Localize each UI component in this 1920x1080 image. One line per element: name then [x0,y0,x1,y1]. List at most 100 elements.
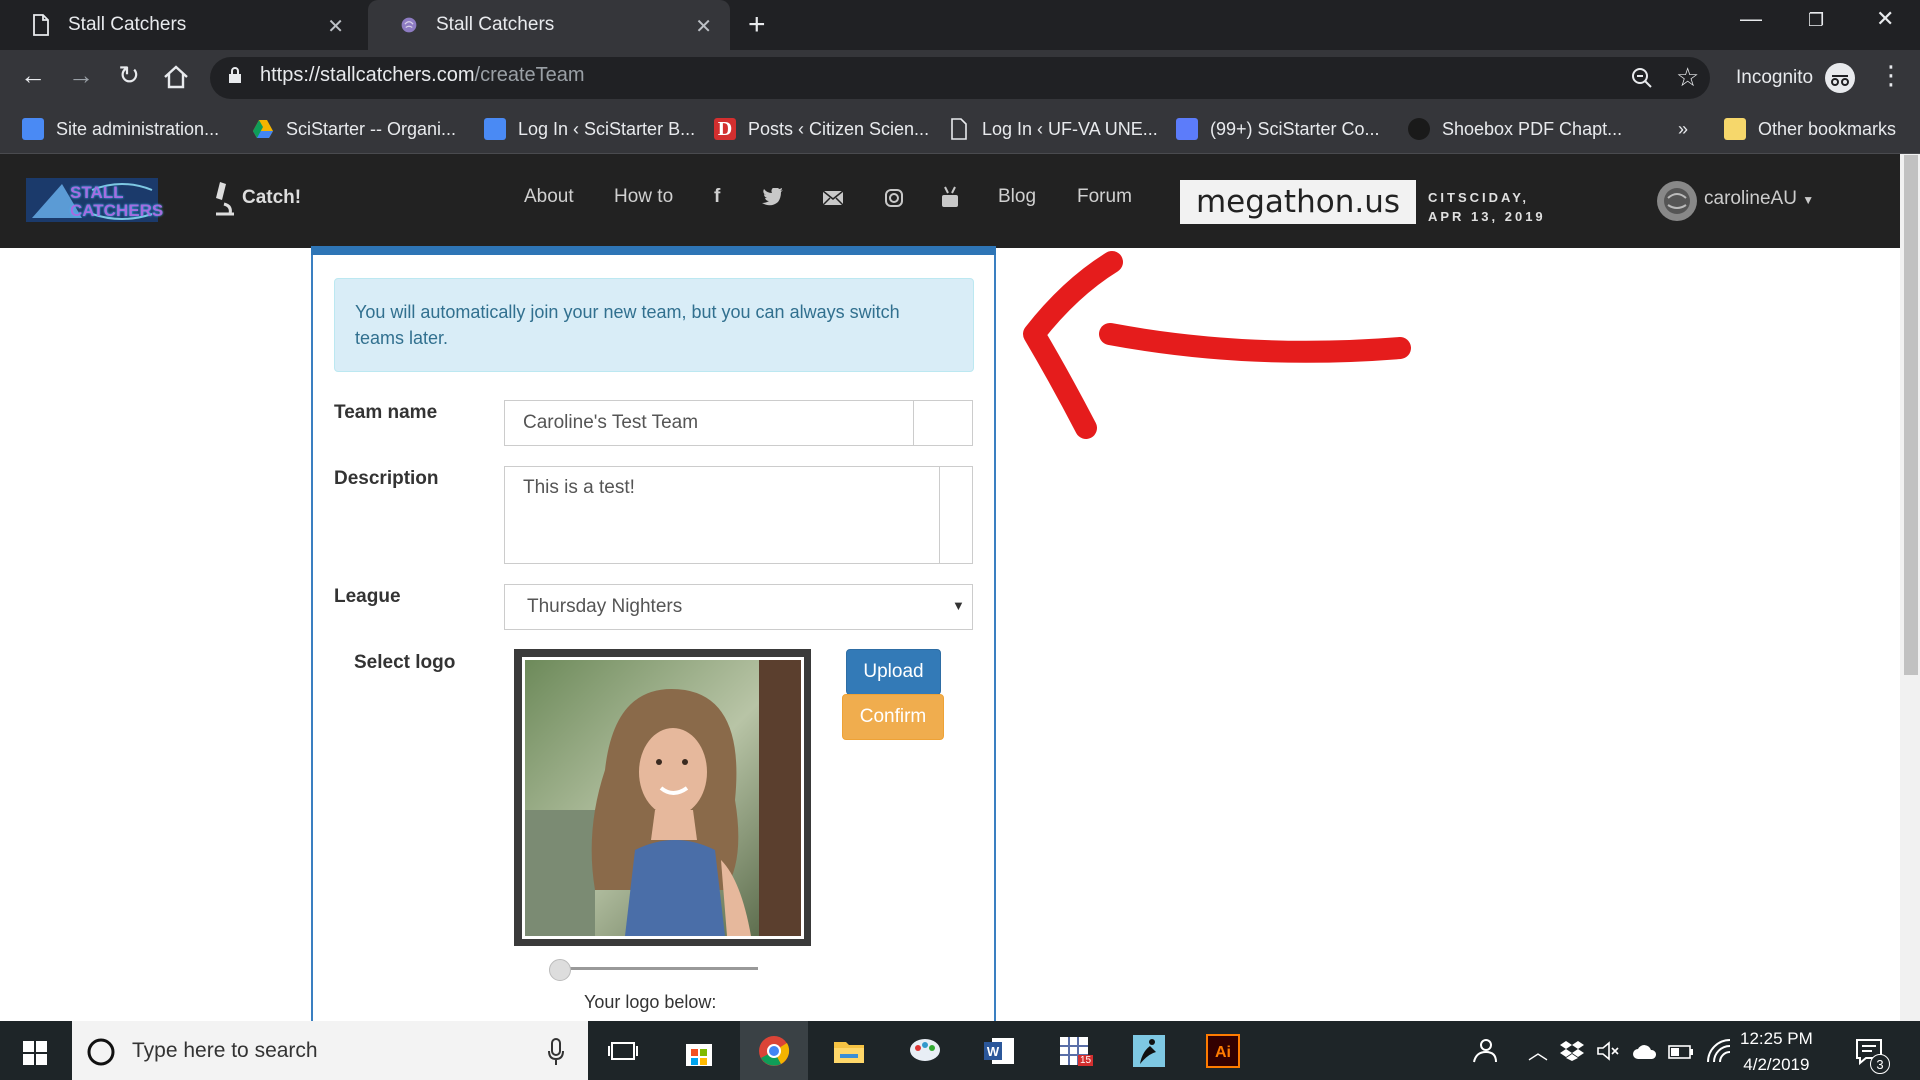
stall-catchers-logo[interactable]: STALL CATCHERS [22,170,163,226]
minimize-icon[interactable]: — [1740,6,1762,32]
select-logo-label: Select logo [354,652,456,673]
annotation-arrow [1023,251,1411,439]
nav-about[interactable]: About [524,186,574,208]
paint-app-icon[interactable] [908,1034,942,1068]
tab-stall-catchers-1[interactable]: Stall Catchers ✕ [0,0,362,50]
new-tab-plus-icon[interactable]: + [748,8,766,42]
chrome-icon[interactable] [757,1034,791,1068]
dropbox-icon[interactable] [1560,1040,1584,1062]
bookmark-label: (99+) SciStarter Co... [1210,118,1380,139]
instagram-icon[interactable] [884,188,904,208]
svg-text:W: W [987,1044,1000,1059]
menu-kebab-icon[interactable]: ⋮ [1878,60,1904,91]
word-icon[interactable]: W [982,1034,1016,1068]
onedrive-cloud-icon[interactable] [1632,1042,1658,1060]
zoom-magnifier-icon[interactable] [1630,66,1654,90]
bookmark-label: Shoebox PDF Chapt... [1442,118,1623,139]
username-dropdown[interactable]: carolineAU ▼ [1704,188,1814,210]
bookmark-star-icon[interactable]: ☆ [1676,62,1699,93]
people-icon[interactable] [1470,1036,1498,1064]
task-view-icon[interactable] [606,1034,640,1068]
back-arrow-icon[interactable]: ← [15,60,51,91]
bookmark-item[interactable]: D Posts ‹ Citizen Scien... [714,116,929,142]
bookmark-item[interactable]: Site administration... [22,116,219,142]
bookmark-favicon-icon [484,118,506,140]
avatar[interactable] [1656,180,1698,222]
megathon-banner[interactable]: megathon.us [1180,180,1416,224]
close-tab-icon[interactable]: ✕ [327,14,344,39]
restore-icon[interactable]: ❐ [1808,10,1824,31]
battery-icon[interactable] [1668,1044,1694,1060]
home-icon[interactable] [162,64,190,90]
panel-top-bar [311,246,996,255]
taskbar-clock[interactable]: 12:25 PM 4/2/2019 [1740,1026,1813,1078]
cortana-circle-icon[interactable] [86,1037,116,1067]
close-tab-icon[interactable]: ✕ [695,14,712,39]
league-select[interactable]: Thursday Nighters [504,584,973,630]
other-bookmarks[interactable]: Other bookmarks [1724,116,1896,142]
logo-zoom-slider-track[interactable] [560,967,758,970]
bookmark-item[interactable]: Log In ‹ SciStarter B... [484,116,695,142]
page-scrollbar-thumb[interactable] [1904,155,1918,675]
upload-button[interactable]: Upload [846,649,941,695]
clock-time: 12:25 PM [1740,1029,1813,1048]
nav-forum[interactable]: Forum [1077,186,1132,208]
description-label: Description [334,468,439,489]
catch-link[interactable]: Catch! [242,187,301,209]
facebook-icon[interactable]: f [714,186,720,208]
d-favicon-icon: D [714,118,736,140]
url-text: https://stallcatchers.com/createTeam [260,64,585,87]
description-addon [939,466,973,564]
bookmark-label: Site administration... [56,118,220,139]
logo-preview-label: Your logo below: [584,992,717,1012]
microscope-icon [216,182,234,216]
portrait-photo-image [525,660,801,936]
team-name-input[interactable]: Caroline's Test Team [504,400,914,446]
forward-arrow-icon[interactable]: → [63,60,99,91]
nav-how-to[interactable]: How to [614,186,673,208]
microphone-icon[interactable] [548,1038,564,1066]
notification-count-badge: 3 [1870,1054,1890,1074]
incognito-icon[interactable] [1824,62,1856,94]
document-icon [33,14,49,36]
tab-title: Stall Catchers [436,14,555,35]
lock-icon [229,67,241,83]
twitter-icon[interactable] [762,188,784,206]
reload-icon[interactable]: ↻ [111,60,147,91]
bookmark-item[interactable]: Shoebox PDF Chapt... [1408,116,1622,142]
url-path: /createTeam [474,64,585,86]
brain-icon [401,17,417,33]
bookmark-item[interactable]: (99+) SciStarter Co... [1176,116,1380,142]
description-textarea[interactable]: This is a test! [504,466,940,564]
team-name-label: Team name [334,402,438,423]
speaker-muted-icon[interactable] [1596,1040,1620,1062]
bookmark-label: Log In ‹ SciStarter B... [518,118,696,139]
logo-photo[interactable] [522,657,804,939]
youtube-icon[interactable] [940,186,960,208]
bookmark-item[interactable]: Log In ‹ UF-VA UNE... [948,116,1158,142]
microsoft-store-icon[interactable] [682,1034,716,1068]
bookmark-item[interactable]: SciStarter -- Organi... [252,116,456,142]
team-name-input-addon [913,400,973,446]
username-label: carolineAU [1704,188,1797,209]
file-explorer-icon[interactable] [832,1034,866,1068]
tab-title: Stall Catchers [68,14,187,35]
bookmarks-overflow-chevron[interactable]: » [1678,116,1688,142]
tab-stall-catchers-2[interactable]: Stall Catchers ✕ [368,0,730,50]
other-bookmarks-label: Other bookmarks [1758,118,1897,139]
window-close-icon[interactable]: ✕ [1876,6,1894,32]
svg-text:Ai: Ai [1215,1044,1231,1061]
league-label: League [334,586,401,607]
folder-icon [1724,118,1746,140]
tray-chevron-up-icon[interactable]: ︿ [1528,1036,1548,1065]
bookmark-label: SciStarter -- Organi... [286,118,457,139]
illustrator-icon[interactable]: Ai [1206,1034,1240,1068]
wifi-icon[interactable] [1706,1038,1732,1064]
chat-favicon-icon [1176,118,1198,140]
confirm-button[interactable]: Confirm [842,694,944,740]
email-icon[interactable] [822,190,844,206]
kindle-reader-icon[interactable] [1132,1034,1166,1068]
nav-blog[interactable]: Blog [998,186,1036,208]
logo-zoom-slider-handle[interactable] [549,959,571,981]
windows-start-icon[interactable] [22,1040,48,1066]
